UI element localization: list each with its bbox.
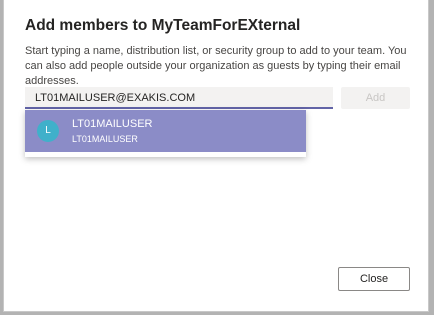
add-members-dialog: Add members to MyTeamForEXternal Start t… xyxy=(3,0,429,312)
close-button[interactable]: Close xyxy=(338,267,410,291)
suggestion-dropdown: L LT01MAILUSER LT01MAILUSER xyxy=(25,110,306,157)
dialog-title: Add members to MyTeamForEXternal xyxy=(25,17,301,34)
suggestion-item[interactable]: L LT01MAILUSER LT01MAILUSER xyxy=(25,110,306,152)
avatar: L xyxy=(37,120,59,142)
member-search-input[interactable]: LT01MAILUSER@EXAKIS.COM xyxy=(25,87,333,109)
add-button[interactable]: Add xyxy=(341,87,410,109)
suggestion-subtext: LT01MAILUSER xyxy=(72,134,138,144)
suggestion-name: LT01MAILUSER xyxy=(72,118,153,130)
dialog-description: Start typing a name, distribution list, … xyxy=(25,45,407,87)
